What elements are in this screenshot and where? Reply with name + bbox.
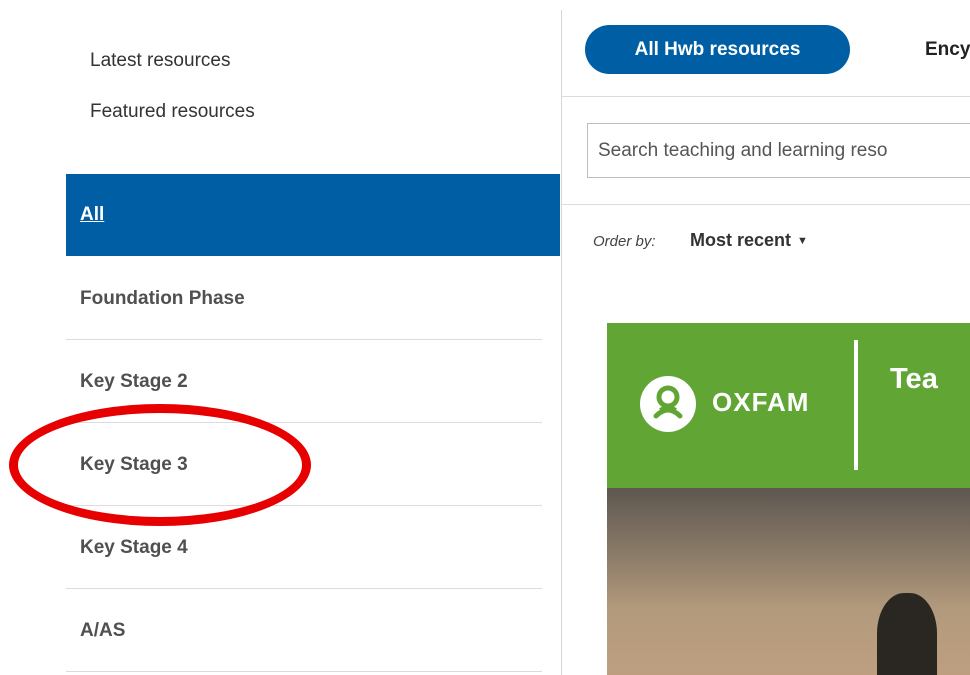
order-by-value: Most recent <box>690 230 792 250</box>
sidebar: Latest resources Featured resources All … <box>0 0 560 675</box>
level-item-foundation-phase[interactable]: Foundation Phase <box>66 257 542 340</box>
featured-resources-link[interactable]: Featured resources <box>90 101 255 123</box>
tab-encyclopaedia[interactable]: Ency <box>925 25 970 74</box>
search-input[interactable] <box>587 123 970 178</box>
oxfam-logo-icon <box>640 376 696 432</box>
resource-card[interactable]: OXFAM Tea <box>607 323 970 675</box>
level-item-a-as[interactable]: A/AS <box>66 589 542 672</box>
level-label: All <box>80 204 105 225</box>
search-divider <box>562 204 970 205</box>
card-photo <box>607 488 970 675</box>
tabs-divider <box>562 96 970 97</box>
oxfam-brand-text: OXFAM <box>712 387 810 417</box>
panel-divider <box>561 10 562 675</box>
photo-silhouette <box>877 593 937 675</box>
latest-resources-link[interactable]: Latest resources <box>90 50 230 72</box>
order-by-label: Order by: <box>593 233 656 250</box>
card-title: Tea <box>890 363 938 395</box>
tab-all-hwb-resources[interactable]: All Hwb resources <box>585 25 850 74</box>
card-banner: OXFAM Tea <box>607 323 970 488</box>
banner-divider <box>854 340 858 470</box>
order-by-dropdown[interactable]: Most recent ▼ <box>690 230 808 251</box>
annotation-red-circle <box>9 404 311 526</box>
level-item-all[interactable]: All <box>66 174 560 256</box>
caret-down-icon: ▼ <box>797 235 808 247</box>
